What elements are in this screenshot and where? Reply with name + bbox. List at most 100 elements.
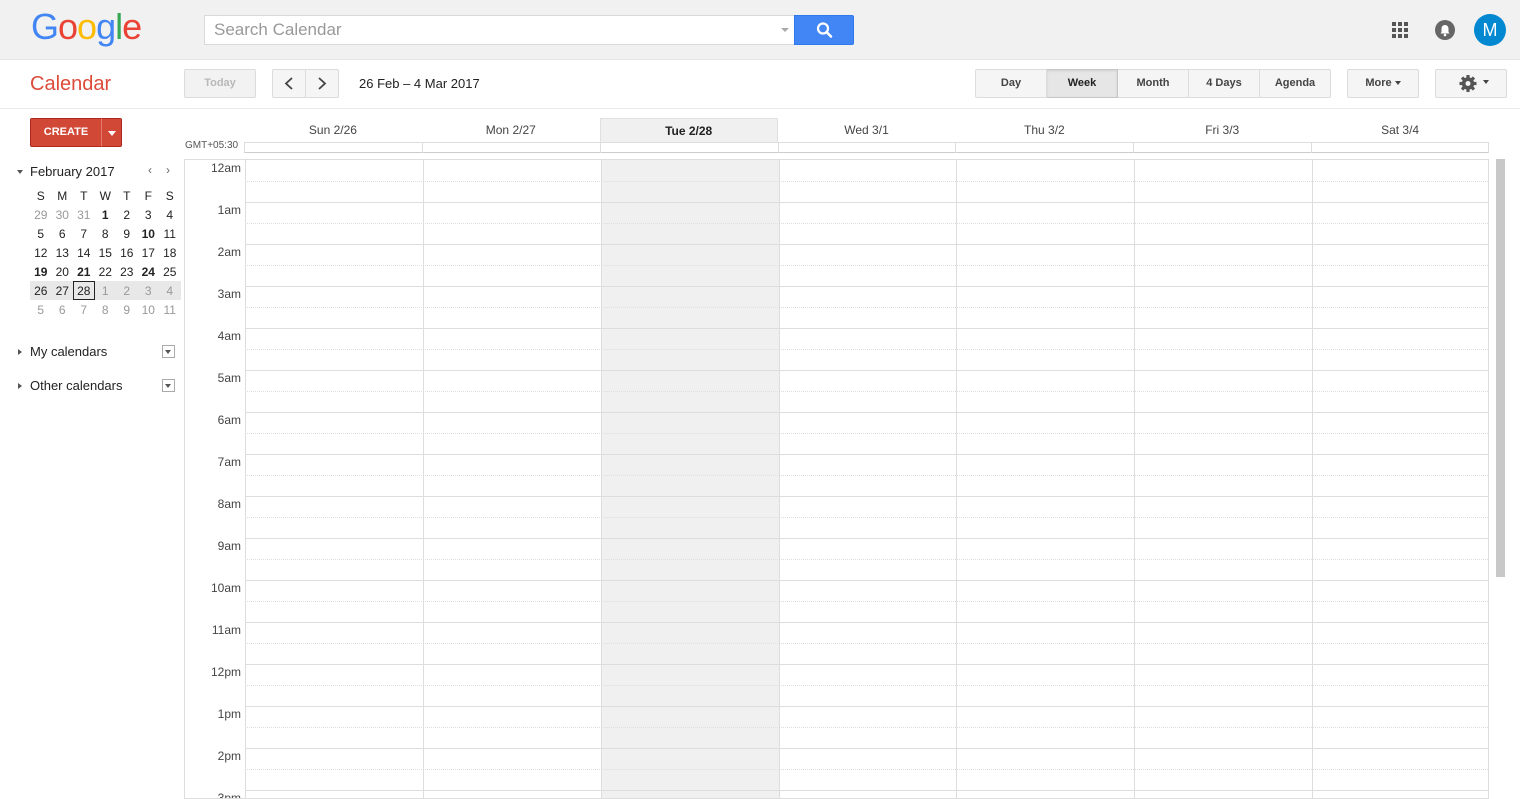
day-column-header[interactable]: Wed 3/1	[778, 118, 956, 142]
my-calendars-section[interactable]: My calendars	[15, 344, 180, 362]
hour-label: 2pm	[217, 749, 241, 763]
mini-calendar-day[interactable]: 18	[159, 243, 181, 262]
mini-calendar-day[interactable]: 2	[116, 281, 138, 300]
day-column-divider	[1134, 160, 1136, 798]
mini-calendar-day[interactable]: 23	[116, 262, 138, 281]
mini-weekday-label: T	[123, 188, 131, 203]
mini-calendar-day[interactable]: 28	[73, 281, 95, 300]
mini-calendar-day[interactable]: 9	[116, 300, 138, 319]
half-hour-line	[245, 265, 1488, 266]
day-column-header[interactable]: Mon 2/27	[422, 118, 600, 142]
mini-calendar-day[interactable]: 4	[159, 205, 181, 224]
half-hour-line	[245, 727, 1488, 728]
day-column-divider	[600, 160, 602, 798]
mini-calendar-day[interactable]: 22	[95, 262, 117, 281]
mini-calendar-day[interactable]: 6	[52, 300, 74, 319]
mini-calendar-day[interactable]: 10	[138, 300, 160, 319]
day-column-divider	[1312, 160, 1314, 798]
mini-calendar-day[interactable]: 6	[52, 224, 74, 243]
mini-calendar-day[interactable]: 31	[73, 205, 95, 224]
my-calendars-menu-button[interactable]	[162, 345, 175, 358]
other-calendars-menu-button[interactable]	[162, 379, 175, 392]
search-input[interactable]	[205, 16, 795, 44]
hour-line	[245, 748, 1488, 749]
search-options-caret-icon[interactable]	[781, 28, 789, 32]
mini-calendar-day[interactable]: 11	[159, 300, 181, 319]
notifications-bell-icon[interactable]	[1435, 20, 1455, 40]
mini-weekday-label: M	[57, 188, 68, 203]
all-day-row[interactable]	[244, 142, 1489, 153]
day-column-header[interactable]: Thu 3/2	[955, 118, 1133, 142]
mini-calendar-day[interactable]: 20	[52, 262, 74, 281]
mini-calendar-day[interactable]: 21	[73, 262, 95, 281]
mini-calendar-day[interactable]: 8	[95, 224, 117, 243]
more-button[interactable]: More	[1347, 69, 1419, 98]
timezone-label: GMT+05:30	[185, 140, 239, 151]
mini-calendar-day[interactable]: 5	[30, 224, 52, 243]
day-column-header[interactable]: Sat 3/4	[1311, 118, 1489, 142]
mini-calendar-day[interactable]: 15	[95, 243, 117, 262]
mini-calendar-day[interactable]: 7	[73, 300, 95, 319]
top-bar: Google M	[0, 0, 1520, 60]
day-column-divider	[778, 160, 780, 798]
day-column-header[interactable]: Fri 3/3	[1133, 118, 1311, 142]
view-agenda-button[interactable]: Agenda	[1260, 69, 1331, 98]
time-grid[interactable]: 12am 1am 2am 3am 4am 5am 6am 7am 8am 9am 10am 11am 1…	[184, 159, 1489, 799]
mini-calendar-day[interactable]: 1	[94, 281, 116, 300]
create-dropdown-button[interactable]	[101, 118, 122, 147]
create-button[interactable]: CREATE	[30, 118, 102, 147]
google-logo[interactable]: Google	[31, 6, 142, 48]
search-field[interactable]	[204, 15, 795, 45]
view-day-button[interactable]: Day	[975, 69, 1047, 98]
prev-week-button[interactable]	[272, 69, 306, 98]
mini-calendar-day[interactable]: 3	[137, 281, 159, 300]
mini-calendar-day[interactable]: 4	[159, 281, 181, 300]
mini-calendar-day[interactable]: 29	[30, 205, 52, 224]
mini-calendar-day[interactable]: 19	[30, 262, 52, 281]
day-column-divider	[245, 160, 246, 798]
mini-calendar-day[interactable]: 25	[159, 262, 181, 281]
mini-calendar-day[interactable]: 11	[159, 224, 181, 243]
mini-calendar-day[interactable]: 13	[52, 243, 74, 262]
mini-calendar-title[interactable]: February 2017	[30, 164, 115, 179]
mini-calendar-day[interactable]: 2	[116, 205, 138, 224]
mini-calendar-day[interactable]: 27	[51, 281, 73, 300]
mini-calendar-day[interactable]: 26	[30, 281, 52, 300]
mini-calendar-day[interactable]: 24	[138, 262, 160, 281]
mini-calendar-day[interactable]: 9	[116, 224, 138, 243]
next-week-button[interactable]	[305, 69, 339, 98]
scrollbar[interactable]	[1496, 159, 1505, 577]
mini-calendar-day[interactable]: 12	[30, 243, 52, 262]
day-column-header[interactable]: Sun 2/26	[244, 118, 422, 142]
hour-label: 8am	[217, 497, 241, 511]
mini-calendar-day[interactable]: 7	[73, 224, 95, 243]
mini-calendar-day[interactable]: 17	[138, 243, 160, 262]
mini-calendar-day[interactable]: 5	[30, 300, 52, 319]
settings-button[interactable]	[1435, 69, 1507, 98]
other-calendars-label: Other calendars	[30, 378, 123, 393]
mini-calendar-day[interactable]: 14	[73, 243, 95, 262]
today-column[interactable]	[600, 160, 779, 798]
app-title: Calendar	[30, 73, 112, 95]
half-hour-line	[245, 685, 1488, 686]
mini-calendar-day[interactable]: 1	[95, 205, 117, 224]
mini-calendar-day[interactable]: 16	[116, 243, 138, 262]
view-week-button[interactable]: Week	[1047, 69, 1118, 98]
hour-line	[245, 202, 1488, 203]
mini-prev-month-button[interactable]: ‹	[148, 163, 152, 177]
day-column-header[interactable]: Tue 2/28	[599, 118, 778, 142]
search-button[interactable]	[794, 15, 854, 45]
mini-calendar-day[interactable]: 30	[52, 205, 74, 224]
collapse-arrow-icon[interactable]	[17, 170, 23, 174]
apps-grid-icon[interactable]	[1392, 22, 1408, 38]
view-month-button[interactable]: Month	[1118, 69, 1189, 98]
hour-label: 5am	[217, 371, 241, 385]
today-button[interactable]: Today	[184, 69, 256, 98]
mini-calendar-day[interactable]: 3	[138, 205, 160, 224]
view-4days-button[interactable]: 4 Days	[1189, 69, 1260, 98]
avatar[interactable]: M	[1474, 14, 1506, 46]
mini-calendar-day[interactable]: 8	[95, 300, 117, 319]
mini-next-month-button[interactable]: ›	[166, 163, 170, 177]
mini-calendar-day[interactable]: 10	[138, 224, 160, 243]
other-calendars-section[interactable]: Other calendars	[15, 378, 180, 396]
